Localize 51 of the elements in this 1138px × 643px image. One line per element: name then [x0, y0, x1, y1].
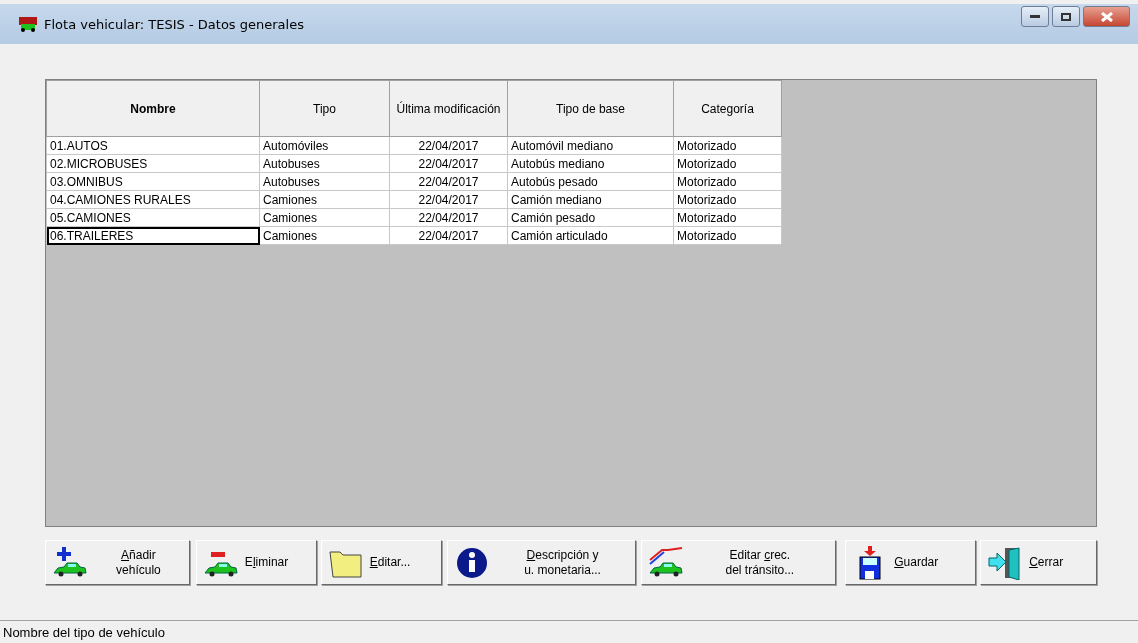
- minimize-icon: [1030, 15, 1040, 18]
- table-cell[interactable]: Camiones: [259, 226, 390, 245]
- toolbar-button[interactable]: Eliminar: [195, 540, 317, 585]
- table-cell[interactable]: Automóviles: [259, 136, 390, 155]
- minimize-button[interactable]: [1021, 6, 1049, 27]
- table-cell[interactable]: 22/04/2017: [389, 172, 508, 191]
- toolbar-button[interactable]: Descripción y u. monetaria...: [446, 540, 637, 585]
- column-header[interactable]: Nombre: [46, 80, 260, 137]
- table-cell[interactable]: 04.CAMIONES RURALES: [46, 190, 260, 209]
- table-cell[interactable]: 02.MICROBUSES: [46, 154, 260, 173]
- table-cell[interactable]: Motorizado: [673, 136, 782, 155]
- table-cell[interactable]: Automóvil mediano: [507, 136, 674, 155]
- vehicle-icon: [18, 16, 38, 32]
- toolbar-button[interactable]: Guardar: [845, 540, 977, 585]
- column-header[interactable]: Tipo: [259, 80, 390, 137]
- close-icon: [1100, 11, 1113, 22]
- toolbar-button[interactable]: Cerrar: [980, 540, 1097, 585]
- table-cell[interactable]: 22/04/2017: [389, 190, 508, 209]
- table-cell[interactable]: Autobuses: [259, 154, 390, 173]
- table-cell[interactable]: Autobús pesado: [507, 172, 674, 191]
- table-cell[interactable]: 22/04/2017: [389, 136, 508, 155]
- column-header[interactable]: Tipo de base: [507, 80, 674, 137]
- table-cell[interactable]: Motorizado: [673, 172, 782, 191]
- table-cell[interactable]: Motorizado: [673, 208, 782, 227]
- table-cell[interactable]: Autobuses: [259, 172, 390, 191]
- table-cell[interactable]: Camión mediano: [507, 190, 674, 209]
- maximize-icon: [1061, 12, 1071, 21]
- status-text: Nombre del tipo de vehículo: [3, 624, 165, 640]
- window-title: Flota vehicular: TESIS - Datos generales: [44, 16, 304, 32]
- table-cell[interactable]: 06.TRAILERES: [46, 226, 260, 245]
- table-cell[interactable]: Camiones: [259, 208, 390, 227]
- table-cell[interactable]: 01.AUTOS: [46, 136, 260, 155]
- toolbar-button[interactable]: Editar...: [320, 540, 442, 585]
- table-cell[interactable]: Motorizado: [673, 226, 782, 245]
- column-header[interactable]: Categoría: [673, 80, 782, 137]
- toolbar-button[interactable]: Editar crec. del tránsito...: [641, 540, 837, 585]
- table-cell[interactable]: 05.CAMIONES: [46, 208, 260, 227]
- column-header[interactable]: Última modificación: [389, 80, 508, 137]
- table-cell[interactable]: Autobús mediano: [507, 154, 674, 173]
- table-cell[interactable]: Camión articulado: [507, 226, 674, 245]
- table-cell[interactable]: 22/04/2017: [389, 208, 508, 227]
- table-cell[interactable]: 22/04/2017: [389, 154, 508, 173]
- table-cell[interactable]: Camiones: [259, 190, 390, 209]
- toolbar-button[interactable]: Añadir vehículo: [45, 540, 190, 585]
- close-button[interactable]: [1083, 6, 1130, 27]
- table-cell[interactable]: 03.OMNIBUS: [46, 172, 260, 191]
- table-cell[interactable]: Camión pesado: [507, 208, 674, 227]
- table-cell[interactable]: Motorizado: [673, 190, 782, 209]
- maximize-button[interactable]: [1052, 6, 1080, 27]
- table-cell[interactable]: Motorizado: [673, 154, 782, 173]
- table-cell[interactable]: 22/04/2017: [389, 226, 508, 245]
